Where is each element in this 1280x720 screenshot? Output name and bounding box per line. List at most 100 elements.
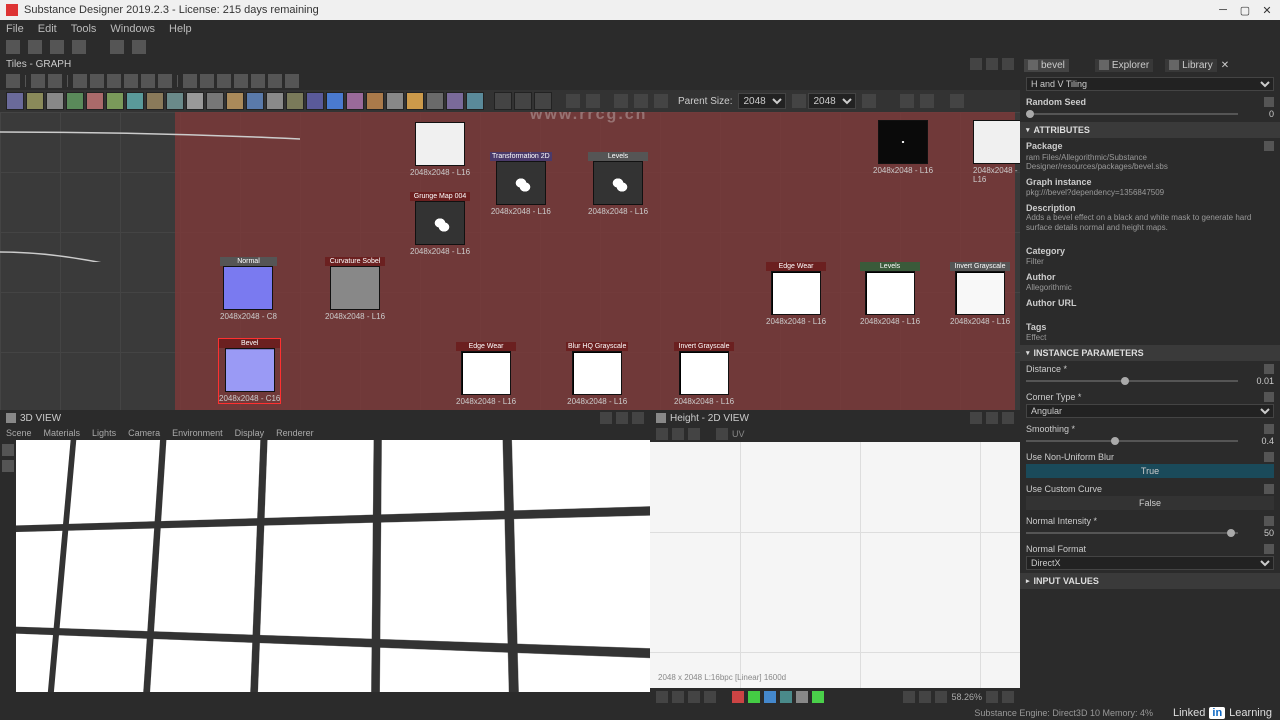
pin-icon[interactable] bbox=[970, 412, 982, 424]
menu-environment[interactable]: Environment bbox=[172, 428, 223, 438]
channel-r-icon[interactable] bbox=[656, 691, 668, 703]
settings-icon[interactable] bbox=[1002, 691, 1014, 703]
menu-display[interactable]: Display bbox=[235, 428, 265, 438]
node-btn-2[interactable] bbox=[26, 92, 44, 110]
unlink-icon[interactable] bbox=[200, 74, 214, 88]
2d-viewport[interactable]: 2048 x 2048 L:16bpc [Linear] 1600d bbox=[650, 442, 1020, 706]
node-btn-22[interactable] bbox=[426, 92, 444, 110]
lock-icon[interactable] bbox=[654, 94, 668, 108]
open-icon[interactable] bbox=[50, 40, 64, 54]
align-center-icon[interactable] bbox=[107, 74, 121, 88]
view-icon[interactable] bbox=[614, 94, 628, 108]
node-btn-3[interactable] bbox=[46, 92, 64, 110]
node-btn-26[interactable] bbox=[514, 92, 532, 110]
node-btn-10[interactable] bbox=[186, 92, 204, 110]
close-panel-icon[interactable] bbox=[1002, 412, 1014, 424]
node-btn-20[interactable] bbox=[386, 92, 404, 110]
save-icon[interactable] bbox=[672, 428, 684, 440]
node-btn-25[interactable] bbox=[494, 92, 512, 110]
node-btn-11[interactable] bbox=[206, 92, 224, 110]
pin-icon[interactable] bbox=[600, 412, 612, 424]
node-btn-27[interactable] bbox=[534, 92, 552, 110]
menu-windows[interactable]: Windows bbox=[110, 23, 155, 35]
node-btn-21[interactable] bbox=[406, 92, 424, 110]
align-left-icon[interactable] bbox=[90, 74, 104, 88]
rgb-icon[interactable] bbox=[716, 428, 728, 440]
node-btn-4[interactable] bbox=[66, 92, 84, 110]
node-btn-24[interactable] bbox=[466, 92, 484, 110]
camera-mode-icon[interactable] bbox=[2, 444, 14, 456]
maximize-panel-icon[interactable] bbox=[986, 412, 998, 424]
graph-node[interactable]: 2048x2048 - L16 bbox=[410, 122, 470, 177]
maximize-button[interactable]: ▢ bbox=[1238, 3, 1252, 17]
graph-node-selected[interactable]: Bevel2048x2048 - C16 bbox=[218, 338, 281, 404]
graph-node[interactable]: Blur HQ Grayscale2048x2048 - L16 bbox=[566, 342, 628, 406]
pencil-icon[interactable] bbox=[251, 74, 265, 88]
maximize-panel-icon[interactable] bbox=[616, 412, 628, 424]
gamma-icon[interactable] bbox=[919, 691, 931, 703]
settings-icon[interactable] bbox=[950, 94, 964, 108]
align-right-icon[interactable] bbox=[124, 74, 138, 88]
histogram-icon[interactable] bbox=[903, 691, 915, 703]
menu-lights[interactable]: Lights bbox=[92, 428, 116, 438]
home-icon[interactable] bbox=[28, 40, 42, 54]
graph-node[interactable]: 2048x2048 - L16 bbox=[973, 120, 1020, 184]
tab-bevel[interactable]: bevel bbox=[1024, 59, 1069, 72]
reset-icon[interactable] bbox=[1264, 544, 1274, 554]
copy-icon[interactable] bbox=[268, 74, 282, 88]
menu-camera[interactable]: Camera bbox=[128, 428, 160, 438]
copy-icon[interactable] bbox=[688, 428, 700, 440]
close-button[interactable]: ✕ bbox=[1260, 3, 1274, 17]
menu-scene[interactable]: Scene bbox=[6, 428, 32, 438]
instance-params-section[interactable]: INSTANCE PARAMETERS bbox=[1020, 345, 1280, 361]
close-panel-icon[interactable] bbox=[1002, 58, 1014, 70]
node-btn-17[interactable] bbox=[326, 92, 344, 110]
close-panel-icon[interactable] bbox=[632, 412, 644, 424]
menu-materials[interactable]: Materials bbox=[44, 428, 81, 438]
parent-size-select-2[interactable]: 2048 bbox=[808, 93, 856, 109]
minimize-button[interactable]: ─ bbox=[1216, 3, 1230, 17]
3d-viewport[interactable] bbox=[0, 440, 650, 706]
reset-icon[interactable] bbox=[1264, 424, 1274, 434]
node-btn-9[interactable] bbox=[166, 92, 184, 110]
undo-icon[interactable] bbox=[110, 40, 124, 54]
timing-icon[interactable] bbox=[217, 74, 231, 88]
reset-icon[interactable] bbox=[1264, 516, 1274, 526]
node-btn-23[interactable] bbox=[446, 92, 464, 110]
collapse-icon[interactable] bbox=[586, 94, 600, 108]
new-icon[interactable] bbox=[6, 40, 20, 54]
menu-renderer[interactable]: Renderer bbox=[276, 428, 314, 438]
nonuniform-blur-toggle[interactable]: True bbox=[1026, 464, 1274, 478]
graph-node[interactable]: Levels2048x2048 - L16 bbox=[860, 262, 920, 326]
graph-node[interactable]: Transformation 2D2048x2048 - L16 bbox=[490, 152, 552, 216]
node-btn-18[interactable] bbox=[346, 92, 364, 110]
center-icon[interactable] bbox=[634, 94, 648, 108]
screenshot-icon[interactable] bbox=[48, 74, 62, 88]
input-values-section[interactable]: INPUT VALUES bbox=[1020, 573, 1280, 589]
random-seed-slider[interactable]: 0 bbox=[1026, 109, 1274, 119]
distance-slider[interactable]: 0.01 bbox=[1026, 376, 1274, 386]
node-btn-6[interactable] bbox=[106, 92, 124, 110]
close-icon[interactable]: ✕ bbox=[1221, 60, 1231, 70]
link-icon[interactable] bbox=[183, 74, 197, 88]
distribute-icon[interactable] bbox=[141, 74, 155, 88]
reset-icon[interactable] bbox=[1264, 97, 1274, 107]
tab-library[interactable]: Library bbox=[1165, 59, 1217, 72]
node-btn-8[interactable] bbox=[146, 92, 164, 110]
light-icon[interactable] bbox=[2, 460, 14, 472]
reset-icon[interactable] bbox=[1264, 452, 1274, 462]
graph-node[interactable]: Curvature Sobel2048x2048 - L16 bbox=[325, 257, 385, 321]
node-btn-15[interactable] bbox=[286, 92, 304, 110]
graph-node[interactable]: Edge Wear2048x2048 - L16 bbox=[766, 262, 826, 326]
fit-icon[interactable] bbox=[986, 691, 998, 703]
fx-icon[interactable] bbox=[285, 74, 299, 88]
camera-icon[interactable] bbox=[31, 74, 45, 88]
swatch-teal-icon[interactable] bbox=[780, 691, 792, 703]
reset-icon[interactable] bbox=[1264, 364, 1274, 374]
graph-node[interactable]: Edge Wear2048x2048 - L16 bbox=[456, 342, 516, 406]
tab-explorer[interactable]: Explorer bbox=[1095, 59, 1153, 72]
swatch-lime-icon[interactable] bbox=[812, 691, 824, 703]
maximize-panel-icon[interactable] bbox=[986, 58, 998, 70]
cursor-icon[interactable] bbox=[6, 74, 20, 88]
reset-icon[interactable] bbox=[1264, 484, 1274, 494]
